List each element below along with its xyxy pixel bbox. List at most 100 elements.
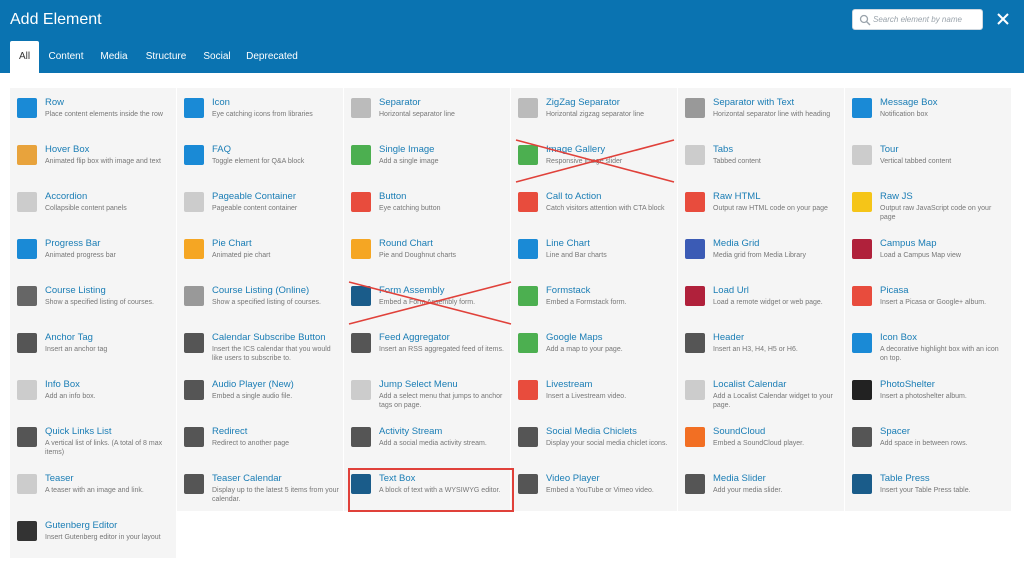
element-tile-picasa[interactable]: Picasa Insert a Picasa or Google+ album.: [845, 276, 1011, 323]
element-description: Add a Localist Calendar widget to your p…: [713, 393, 833, 409]
element-tile-soundcloud[interactable]: SoundCloud Embed a SoundCloud player.: [678, 417, 844, 464]
element-tile-tour[interactable]: Tour Vertical tabbed content: [845, 135, 1011, 182]
element-name: PhotoShelter: [880, 379, 935, 390]
element-tile-pageable-container[interactable]: Pageable Container Pageable content conta…: [177, 182, 343, 229]
element-name: Round Chart: [379, 238, 433, 249]
search-icon: [859, 14, 871, 26]
tab-media[interactable]: Media: [96, 41, 132, 73]
tab-content[interactable]: Content: [44, 41, 88, 73]
element-tile-formstack[interactable]: Formstack Embed a Formstack form.: [511, 276, 677, 323]
element-tile-raw-js[interactable]: Raw JS Output raw JavaScript code on your…: [845, 182, 1011, 229]
element-tile-call-to-action[interactable]: Call to Action Catch visitors attention w…: [511, 182, 677, 229]
element-tile-photoshelter[interactable]: PhotoShelter Insert a photoshelter album.: [845, 370, 1011, 417]
element-description: Horizontal separator line: [379, 111, 455, 118]
element-tile-progress-bar[interactable]: Progress Bar Animated progress bar: [10, 229, 176, 276]
element-name: Jump Select Menu: [379, 379, 458, 390]
element-tile-accordion[interactable]: Accordion Collapsible content panels: [10, 182, 176, 229]
element-tile-jump-select-menu[interactable]: Jump Select Menu Add a select menu that j…: [344, 370, 510, 417]
tab-structure[interactable]: Structure: [142, 41, 190, 73]
search-input[interactable]: [873, 11, 979, 28]
element-tile-table-press[interactable]: Table Press Insert your Table Press table…: [845, 464, 1011, 511]
close-icon[interactable]: [994, 10, 1012, 28]
search-box[interactable]: [852, 9, 983, 30]
element-tile-raw-html[interactable]: Raw HTML Output raw HTML code on your pag…: [678, 182, 844, 229]
element-tile-hover-box[interactable]: Hover Box Animated flip box with image an…: [10, 135, 176, 182]
element-tile-social-media-chiclets[interactable]: Social Media Chiclets Display your social…: [511, 417, 677, 464]
course-listing-icon: [17, 286, 37, 306]
element-name: Course Listing: [45, 285, 106, 296]
element-tile-feed-aggregator[interactable]: Feed Aggregator Insert an RSS aggregated …: [344, 323, 510, 370]
element-tile-course-listing-online[interactable]: Course Listing (Online) Show a specified …: [177, 276, 343, 323]
element-tile-localist-calendar[interactable]: Localist Calendar Add a Localist Calendar…: [678, 370, 844, 417]
element-tile-button[interactable]: Button Eye catching button: [344, 182, 510, 229]
element-name: Call to Action: [546, 191, 602, 202]
element-tile-quick-links-list[interactable]: Quick Links List A vertical list of links…: [10, 417, 176, 464]
element-description: Pie and Doughnut charts: [379, 252, 457, 259]
element-name: Button: [379, 191, 407, 202]
element-tile-spacer[interactable]: Spacer Add space in between rows.: [845, 417, 1011, 464]
element-tile-teaser[interactable]: Teaser A teaser with an image and link.: [10, 464, 176, 511]
element-tile-calendar-subscribe-button[interactable]: Calendar Subscribe Button Insert the ICS …: [177, 323, 343, 370]
tab-social[interactable]: Social: [200, 41, 234, 73]
element-tile-message-box[interactable]: Message Box Notification box: [845, 88, 1011, 135]
element-name: Info Box: [45, 379, 80, 390]
element-tile-campus-map[interactable]: Campus Map Load a Campus Map view: [845, 229, 1011, 276]
element-name: Livestream: [546, 379, 593, 390]
go-button-icon: [351, 192, 371, 212]
element-tile-redirect[interactable]: Redirect Redirect to another page: [177, 417, 343, 464]
slider-icon: [685, 474, 705, 494]
cta-icon: [518, 192, 538, 212]
element-tile-round-chart[interactable]: Round Chart Pie and Doughnut charts: [344, 229, 510, 276]
element-tile-audio-player-new[interactable]: Audio Player (New) Embed a single audio f…: [177, 370, 343, 417]
element-tile-zigzag-separator[interactable]: ZigZag Separator Horizontal zigzag separa…: [511, 88, 677, 135]
element-description: Insert an anchor tag: [45, 346, 108, 353]
element-name: Image Gallery: [546, 144, 606, 155]
element-tile-teaser-calendar[interactable]: Teaser Calendar Display up to the latest …: [177, 464, 343, 511]
tab-deprecated[interactable]: Deprecated: [244, 41, 300, 73]
element-tile-google-maps[interactable]: Google Maps Add a map to your page.: [511, 323, 677, 370]
element-tile-media-slider[interactable]: Media Slider Add your media slider.: [678, 464, 844, 511]
element-tile-icon[interactable]: Icon Eye catching icons from libraries: [177, 88, 343, 135]
element-description: Place content elements inside the row: [45, 111, 163, 118]
feed-icon: [351, 333, 371, 353]
element-description: Embed a SoundCloud player.: [713, 440, 805, 447]
form-assembly-icon: [351, 286, 371, 306]
element-tile-faq[interactable]: FAQ Toggle element for Q&A block: [177, 135, 343, 182]
info-icon: [852, 98, 872, 118]
element-description: Add a social media activity stream.: [379, 440, 487, 447]
text-separator-icon: [685, 98, 705, 118]
element-tile-image-gallery[interactable]: Image Gallery Responsive image slider: [511, 135, 677, 182]
element-description: Load a remote widget or web page.: [713, 299, 823, 306]
element-tile-line-chart[interactable]: Line Chart Line and Bar charts: [511, 229, 677, 276]
element-tile-info-box[interactable]: Info Box Add an info box.: [10, 370, 176, 417]
element-tile-header[interactable]: Header Insert an H3, H4, H5 or H6.: [678, 323, 844, 370]
cloud-icon: [17, 380, 37, 400]
element-tile-gutenberg-editor[interactable]: Gutenberg Editor Insert Gutenberg editor …: [10, 511, 176, 558]
tab-all[interactable]: All: [10, 41, 39, 73]
element-tile-tabs[interactable]: Tabs Tabbed content: [678, 135, 844, 182]
round-chart-icon: [351, 239, 371, 259]
element-tile-livestream[interactable]: Livestream Insert a Livestream video.: [511, 370, 677, 417]
js-icon: [852, 192, 872, 212]
element-tile-pie-chart[interactable]: Pie Chart Animated pie chart: [177, 229, 343, 276]
element-tile-icon-box[interactable]: Icon Box A decorative highlight box with …: [845, 323, 1011, 370]
element-name: Course Listing (Online): [212, 285, 310, 296]
element-tile-separator[interactable]: Separator Horizontal separator line: [344, 88, 510, 135]
photoshelter-icon: [852, 380, 872, 400]
element-name: Media Slider: [713, 473, 766, 484]
formstack-icon: [518, 286, 538, 306]
element-tile-load-url[interactable]: Load Url Load a remote widget or web page…: [678, 276, 844, 323]
element-tile-activity-stream[interactable]: Activity Stream Add a social media activi…: [344, 417, 510, 464]
element-description: Insert a photoshelter album.: [880, 393, 967, 400]
element-tile-separator-with-text[interactable]: Separator with Text Horizontal separator …: [678, 88, 844, 135]
element-description: Redirect to another page: [212, 440, 290, 447]
element-tile-video-player[interactable]: Video Player Embed a YouTube or Vimeo vid…: [511, 464, 677, 511]
element-tile-single-image[interactable]: Single Image Add a single image: [344, 135, 510, 182]
element-tile-text-box[interactable]: Text Box A block of text with a WYSIWYG e…: [344, 464, 510, 511]
element-tile-course-listing[interactable]: Course Listing Show a specified listing o…: [10, 276, 176, 323]
element-tile-row[interactable]: Row Place content elements inside the row: [10, 88, 176, 135]
element-tile-form-assembly[interactable]: Form Assembly Embed a Form Assembly form.: [344, 276, 510, 323]
element-description: Add a map to your page.: [546, 346, 623, 353]
element-tile-anchor-tag[interactable]: Anchor Tag Insert an anchor tag: [10, 323, 176, 370]
element-tile-media-grid[interactable]: Media Grid Media grid from Media Library: [678, 229, 844, 276]
